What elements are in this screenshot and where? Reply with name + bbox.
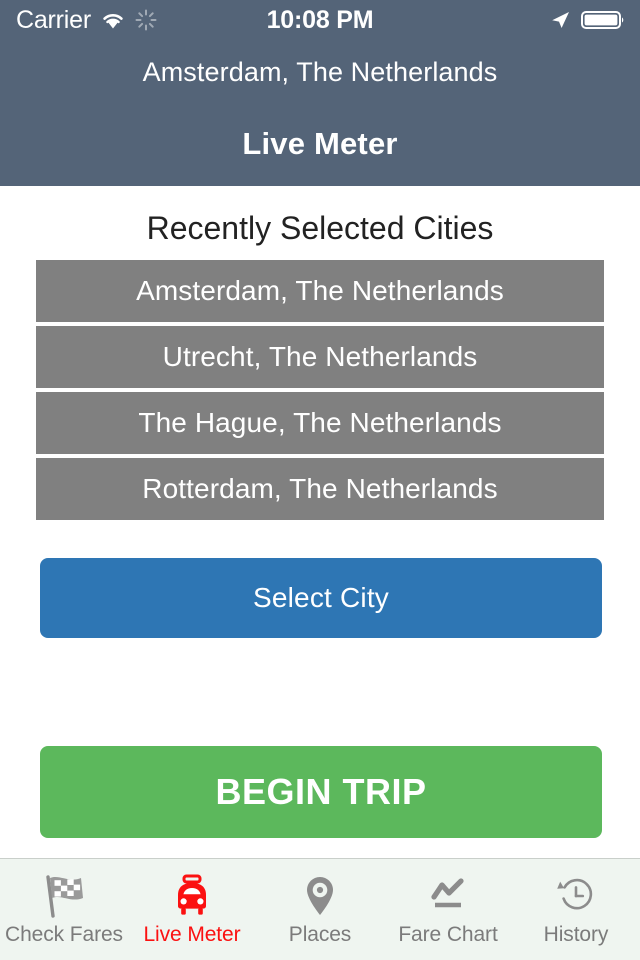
status-bar-right [549,0,626,40]
page-title: Live Meter [242,126,398,161]
list-item[interactable]: Utrecht, The Netherlands [36,326,604,388]
begin-trip-button-label: BEGIN TRIP [215,771,427,812]
tab-bar: Check Fares Live Meter Places Fare Chart… [0,858,640,960]
status-bar-center: 10:08 PM [0,0,640,40]
city-label: Utrecht, The Netherlands [162,341,478,372]
tab-places[interactable]: Places [256,859,384,960]
recent-cities-list: Amsterdam, The Netherlands Utrecht, The … [36,260,604,520]
status-bar: Carrier 10:08 PM [0,0,640,40]
city-label: The Hague, The Netherlands [138,407,502,438]
tab-live-meter[interactable]: Live Meter [128,859,256,960]
section-title-recent-cities: Recently Selected Cities [146,210,494,246]
select-city-button-label: Select City [252,582,390,613]
tab-label: Places [288,923,352,946]
select-city-button[interactable]: Select City [40,558,602,638]
city-label: Rotterdam, The Netherlands [142,473,498,504]
clock-label: 10:08 PM [266,6,374,34]
list-item[interactable]: Amsterdam, The Netherlands [36,260,604,322]
header-subtitle-city: Amsterdam, The Netherlands [142,57,498,87]
map-pin-icon [293,871,347,921]
list-item[interactable]: The Hague, The Netherlands [36,392,604,454]
taxi-car-icon [165,871,219,921]
tab-fare-chart[interactable]: Fare Chart [384,859,512,960]
clock-history-icon [549,871,603,921]
tab-label: History [543,923,609,946]
tab-check-fares[interactable]: Check Fares [0,859,128,960]
location-arrow-icon [552,12,569,28]
tab-history[interactable]: History [512,859,640,960]
tab-label: Fare Chart [398,923,498,946]
tab-label: Live Meter [143,923,241,946]
list-item[interactable]: Rotterdam, The Netherlands [36,458,604,520]
main-content: Recently Selected Cities Amsterdam, The … [0,186,640,858]
app-screen: Carrier 10:08 PM Amsterdam, The Netherla… [0,0,640,960]
line-chart-icon [421,871,475,921]
city-label: Amsterdam, The Netherlands [136,275,504,306]
begin-trip-button[interactable]: BEGIN TRIP [40,746,602,838]
checkered-flag-icon [37,871,91,921]
app-header: Carrier 10:08 PM Amsterdam, The Netherla… [0,0,640,186]
tab-label: Check Fares [5,923,123,946]
battery-icon [581,11,624,29]
